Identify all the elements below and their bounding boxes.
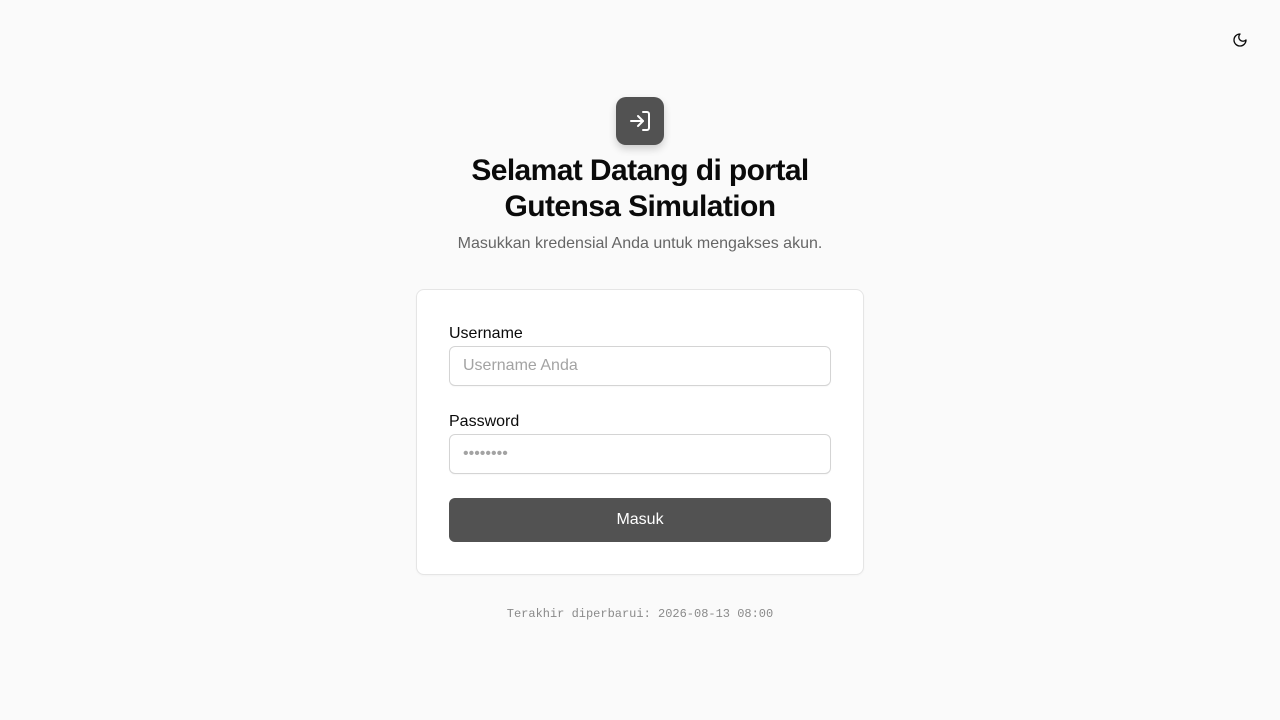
log-in-icon <box>630 111 650 131</box>
username-label: Username <box>449 325 523 342</box>
moon-icon <box>1233 33 1247 47</box>
page-title-line-1: Selamat Datang di portal <box>471 154 809 187</box>
password-input[interactable] <box>449 434 831 474</box>
login-button[interactable]: Masuk <box>449 498 831 542</box>
logo-badge <box>616 97 664 145</box>
theme-toggle-button[interactable] <box>1224 26 1256 54</box>
password-label: Password <box>449 413 520 430</box>
last-updated-text: Terakhir diperbarui: 2026-08-13 08:00 <box>506 607 774 621</box>
login-card: Username Password Masuk <box>416 289 864 575</box>
username-input[interactable] <box>449 346 831 386</box>
page-title: Selamat Datang di portal Gutensa Simulat… <box>340 153 940 225</box>
page-title-line-2: Gutensa Simulation <box>504 190 777 223</box>
page-subtitle: Masukkan kredensial Anda untuk mengakses… <box>457 235 823 252</box>
